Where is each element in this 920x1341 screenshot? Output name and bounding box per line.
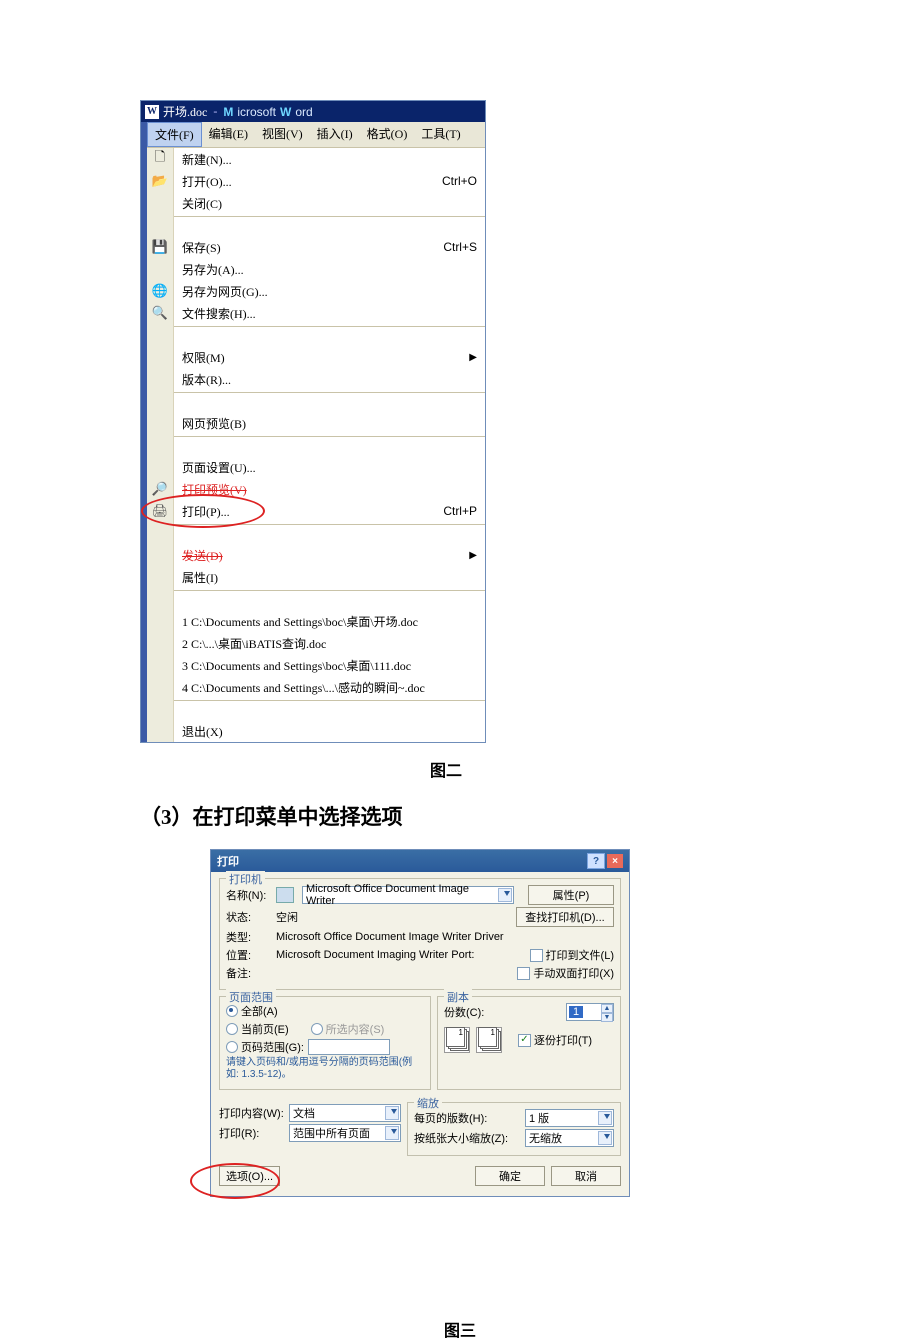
print-to-file-checkbox[interactable]: 打印到文件(L) bbox=[530, 947, 614, 963]
word-file-menu-screenshot: W 开场.doc - Microsoft Word 文件(F) 编辑(E) 视图… bbox=[140, 100, 486, 743]
menu-item-recent-4[interactable]: 4 C:\Documents and Settings\...\感动的瞬间~.d… bbox=[174, 676, 485, 698]
file-menu-dropdown: 🗋新建(N)... 📂打开(O)...Ctrl+O 关闭(C) 💾保存(S)Ct… bbox=[147, 148, 485, 742]
dialog-titlebar: 打印 ? × bbox=[211, 850, 629, 872]
menu-item-open[interactable]: 打开(O)...Ctrl+O bbox=[174, 170, 485, 192]
red-highlight-oval bbox=[141, 494, 265, 528]
printer-name-combo[interactable]: Microsoft Office Document Image Writer bbox=[302, 886, 514, 904]
zoom-group: 缩放 每页的版数(H): 1 版 按纸张大小缩放(Z): 无缩放 bbox=[407, 1102, 621, 1156]
chevron-down-icon bbox=[604, 1114, 610, 1119]
collate-checkbox[interactable]: ✓逐份打印(T) bbox=[518, 1032, 592, 1048]
menu-item-exit[interactable]: 退出(X) bbox=[174, 720, 485, 742]
manual-duplex-checkbox[interactable]: 手动双面打印(X) bbox=[517, 965, 614, 981]
printer-group: 打印机 名称(N): Microsoft Office Document Ima… bbox=[219, 878, 621, 990]
menu-item-recent-1[interactable]: 1 C:\Documents and Settings\boc\桌面\开场.do… bbox=[174, 610, 485, 632]
file-search-icon: 🔍 bbox=[147, 302, 174, 324]
ok-button[interactable]: 确定 bbox=[475, 1166, 545, 1186]
figure3-caption: 图三 bbox=[0, 1317, 920, 1341]
help-button-icon[interactable]: ? bbox=[587, 853, 605, 869]
menu-file[interactable]: 文件(F) bbox=[147, 122, 202, 147]
menu-item-versions[interactable]: 版本(R)... bbox=[174, 368, 485, 390]
menu-item-close[interactable]: 关闭(C) bbox=[174, 192, 485, 214]
page-range-group: 页面范围 全部(A) 当前页(E) 所选内容(S) 页码范围(G): 请键入页码… bbox=[219, 996, 431, 1090]
range-current-radio[interactable]: 当前页(E) bbox=[226, 1021, 289, 1037]
menu-tools[interactable]: 工具(T) bbox=[414, 122, 467, 147]
save-as-web-icon: 🌐 bbox=[147, 280, 174, 302]
window-titlebar: W 开场.doc - Microsoft Word bbox=[141, 101, 485, 122]
chevron-down-icon bbox=[391, 1109, 397, 1114]
word-app-icon: W bbox=[145, 105, 159, 119]
printer-icon bbox=[276, 887, 294, 903]
menu-item-properties[interactable]: 属性(I) bbox=[174, 566, 485, 588]
range-all-radio[interactable]: 全部(A) bbox=[226, 1003, 278, 1019]
copies-group: 副本 份数(C): 1▲▼ 3 2 1 bbox=[437, 996, 621, 1090]
dialog-title: 打印 bbox=[217, 853, 239, 869]
print-what-combo[interactable]: 文档 bbox=[289, 1104, 401, 1122]
properties-button[interactable]: 属性(P) bbox=[528, 885, 614, 905]
menubar: 文件(F) 编辑(E) 视图(V) 插入(I) 格式(O) 工具(T) bbox=[147, 122, 485, 148]
print-which-combo[interactable]: 范围中所有页面 bbox=[289, 1124, 401, 1142]
submenu-arrow-icon: ▶ bbox=[469, 352, 477, 363]
chevron-down-icon bbox=[504, 891, 510, 896]
chevron-down-icon bbox=[604, 1134, 610, 1139]
red-highlight-oval bbox=[190, 1163, 280, 1199]
collate-thumbnail-icon: 3 2 1 bbox=[476, 1027, 502, 1053]
find-printer-button[interactable]: 查找打印机(D)... bbox=[516, 907, 614, 927]
chevron-down-icon bbox=[391, 1129, 397, 1134]
figure2-caption: 图二 bbox=[430, 757, 920, 781]
menu-view[interactable]: 视图(V) bbox=[255, 122, 310, 147]
save-icon: 💾 bbox=[147, 236, 174, 258]
submenu-arrow-icon: ▶ bbox=[469, 550, 477, 561]
menu-item-recent-2[interactable]: 2 C:\...\桌面\iBATIS查询.doc bbox=[174, 632, 485, 654]
new-doc-icon: 🗋 bbox=[147, 148, 174, 170]
menu-item-save-as[interactable]: 另存为(A)... bbox=[174, 258, 485, 280]
menu-item-page-setup[interactable]: 页面设置(U)... bbox=[174, 456, 485, 478]
menu-item-file-search[interactable]: 文件搜索(H)... bbox=[174, 302, 485, 324]
menu-item-web-preview[interactable]: 网页预览(B) bbox=[174, 412, 485, 434]
collate-thumbnail-icon: 3 2 1 bbox=[444, 1027, 470, 1053]
menu-insert[interactable]: 插入(I) bbox=[310, 122, 360, 147]
menu-item-permissions[interactable]: 权限(M)▶ bbox=[174, 346, 485, 368]
menu-item-save[interactable]: 保存(S)Ctrl+S bbox=[174, 236, 485, 258]
menu-item-new[interactable]: 新建(N)... bbox=[174, 148, 485, 170]
menu-item-save-as-web[interactable]: 另存为网页(G)... bbox=[174, 280, 485, 302]
scale-to-paper-combo[interactable]: 无缩放 bbox=[525, 1129, 614, 1147]
spin-up-icon[interactable]: ▲ bbox=[601, 1004, 613, 1013]
spin-down-icon[interactable]: ▼ bbox=[601, 1013, 613, 1022]
pages-per-sheet-combo[interactable]: 1 版 bbox=[525, 1109, 614, 1127]
menu-item-send[interactable]: 发送(D)▶ bbox=[174, 544, 485, 566]
open-icon: 📂 bbox=[147, 170, 174, 192]
doc-filename: 开场.doc bbox=[163, 103, 207, 120]
menu-item-recent-3[interactable]: 3 C:\Documents and Settings\boc\桌面\111.d… bbox=[174, 654, 485, 676]
copies-spinner[interactable]: 1▲▼ bbox=[566, 1003, 614, 1021]
range-pages-radio[interactable]: 页码范围(G): bbox=[226, 1039, 304, 1055]
close-button-icon[interactable]: × bbox=[607, 854, 623, 868]
range-selection-radio: 所选内容(S) bbox=[311, 1021, 385, 1037]
cancel-button[interactable]: 取消 bbox=[551, 1166, 621, 1186]
pages-textbox[interactable] bbox=[308, 1039, 390, 1055]
menu-edit[interactable]: 编辑(E) bbox=[202, 122, 255, 147]
print-dialog: 打印 ? × 打印机 名称(N): Microsoft Office Docum… bbox=[210, 849, 630, 1197]
step-3-heading: （3）在打印菜单中选择选项 bbox=[140, 801, 920, 831]
menu-format[interactable]: 格式(O) bbox=[360, 122, 415, 147]
